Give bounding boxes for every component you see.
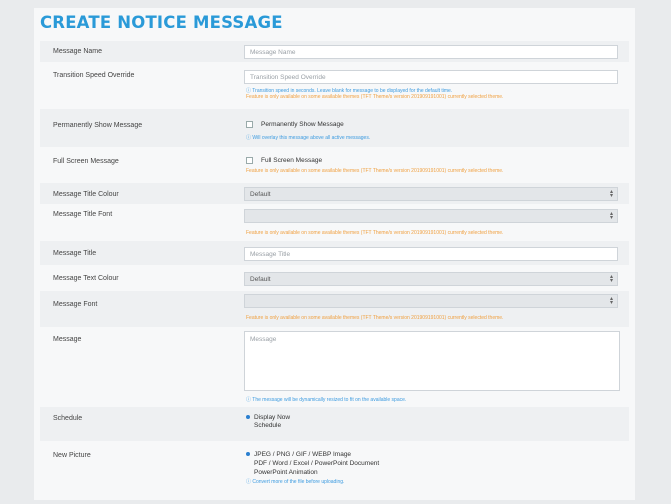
row-title-font: Message Title Font ▴ ▾ Feature is only av… <box>40 204 629 241</box>
row-text-colour: Message Text Colour Default ▴ ▾ <box>40 265 629 291</box>
permanently-show-help: ⓘ Will overlay this message above all ac… <box>246 135 371 141</box>
text-colour-select[interactable]: Default ▴ ▾ <box>244 272 618 286</box>
radio-document-label: PDF / Word / Excel / PowerPoint Document <box>254 460 380 467</box>
full-screen-label: Full Screen Message <box>53 158 119 165</box>
title-font-note: Feature is only available on some availa… <box>246 230 504 236</box>
row-message: Message Message ⓘ The message will be dy… <box>40 327 629 407</box>
row-new-picture: New Picture JPEG / PNG / GIF / WEBP Imag… <box>40 441 629 491</box>
select-arrows-icon: ▴ ▾ <box>609 274 613 284</box>
radio-animation[interactable]: PowerPoint Animation <box>246 469 318 476</box>
message-name-input[interactable]: Message Name <box>244 45 618 59</box>
permanently-show-checkbox-label: Permanently Show Message <box>261 121 344 129</box>
title-colour-select[interactable]: Default ▴ ▾ <box>244 187 618 201</box>
new-picture-label: New Picture <box>53 452 91 459</box>
message-name-label: Message Name <box>53 48 103 55</box>
message-title-label: Message Title <box>53 250 97 257</box>
text-colour-label: Message Text Colour <box>53 275 119 282</box>
schedule-label: Schedule <box>53 415 83 422</box>
radio-image[interactable]: JPEG / PNG / GIF / WEBP Image <box>246 451 351 458</box>
row-permanently-show: Permanently Show Message Permanently Sho… <box>40 109 629 147</box>
title-colour-label: Message Title Colour <box>53 191 119 198</box>
radio-schedule[interactable]: Schedule <box>246 422 281 429</box>
title-font-label: Message Title Font <box>53 211 113 218</box>
checkbox-box[interactable] <box>246 157 253 164</box>
full-screen-checkbox[interactable]: Full Screen Message <box>246 157 322 164</box>
transition-speed-help: ⓘ Transition speed in seconds. Leave bla… <box>246 88 453 94</box>
message-font-note: Feature is only available on some availa… <box>246 315 504 321</box>
row-full-screen: Full Screen Message Full Screen Message … <box>40 147 629 183</box>
radio-display-now[interactable]: Display Now <box>246 414 290 421</box>
permanently-show-label: Permanently Show Message <box>53 122 143 129</box>
checkbox-box[interactable] <box>246 121 253 128</box>
radio-selected-icon <box>246 452 250 457</box>
radio-document[interactable]: PDF / Word / Excel / PowerPoint Document <box>246 460 379 467</box>
select-arrows-icon: ▴ ▾ <box>609 211 613 221</box>
row-message-name: Message Name Message Name <box>40 41 629 62</box>
title-colour-value: Default <box>250 191 271 198</box>
row-title-colour: Message Title Colour Default ▴ ▾ <box>40 183 629 204</box>
transition-speed-input[interactable]: Transition Speed Override <box>244 70 618 84</box>
page-title: CREATE NOTICE MESSAGE <box>40 13 283 32</box>
row-transition-speed: Transition Speed Override Transition Spe… <box>40 62 629 109</box>
text-colour-value: Default <box>250 276 271 283</box>
message-font-select[interactable]: ▴ ▾ <box>244 294 618 308</box>
row-message-title: Message Title Message Title <box>40 241 629 265</box>
transition-speed-note: Feature is only available on some availa… <box>246 94 504 100</box>
message-help: ⓘ The message will be dynamically resize… <box>246 397 407 403</box>
radio-selected-icon <box>246 415 250 420</box>
full-screen-checkbox-label: Full Screen Message <box>261 157 323 165</box>
message-title-input[interactable]: Message Title <box>244 247 618 261</box>
permanently-show-checkbox[interactable]: Permanently Show Message <box>246 121 344 128</box>
radio-image-label: JPEG / PNG / GIF / WEBP Image <box>254 451 352 458</box>
message-textarea[interactable]: Message <box>244 331 620 391</box>
transition-speed-label: Transition Speed Override <box>53 72 135 79</box>
select-arrows-icon: ▴ ▾ <box>609 189 613 199</box>
row-schedule: Schedule Display Now Schedule <box>40 407 629 441</box>
new-picture-help: ⓘ Convert more of the file before upload… <box>246 479 345 485</box>
select-arrows-icon: ▴ ▾ <box>609 296 613 306</box>
radio-display-now-label: Display Now <box>254 414 291 421</box>
title-font-select[interactable]: ▴ ▾ <box>244 209 618 223</box>
message-label: Message <box>53 336 82 343</box>
row-message-font: Message Font ▴ ▾ Feature is only availabl… <box>40 291 629 327</box>
radio-schedule-label: Schedule <box>254 422 282 429</box>
message-font-label: Message Font <box>53 301 98 308</box>
radio-animation-label: PowerPoint Animation <box>254 469 318 476</box>
full-screen-note: Feature is only available on some availa… <box>246 168 504 174</box>
